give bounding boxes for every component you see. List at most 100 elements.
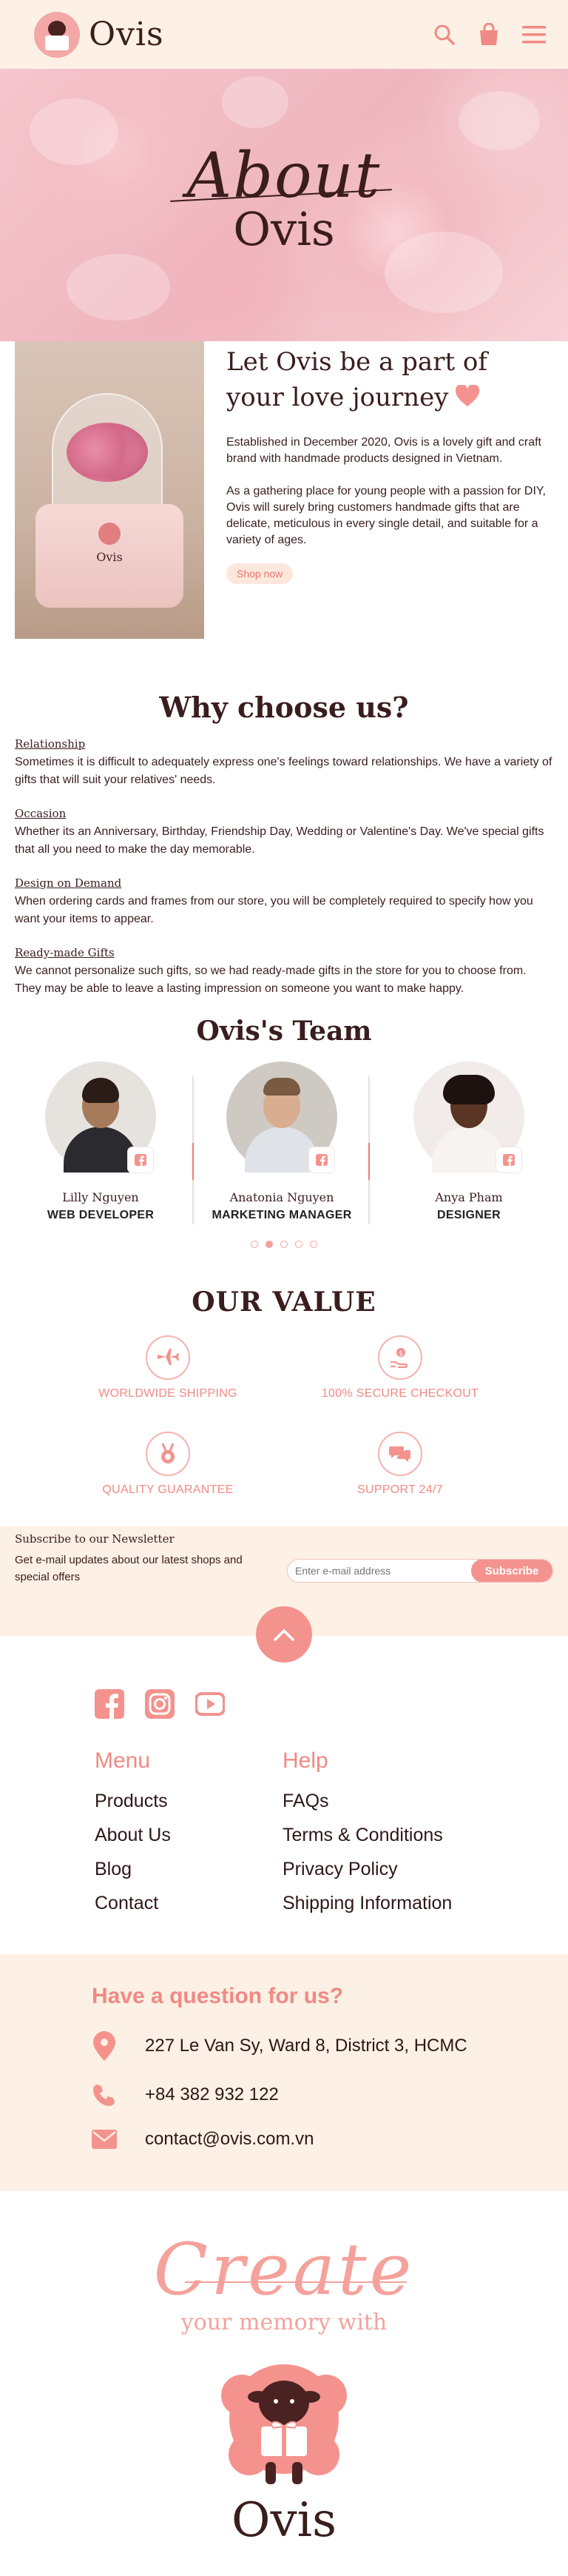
values-grid: WORLDWIDE SHIPPING $ 100% SECURE CHECKOU…: [0, 1335, 568, 1497]
svg-text:$: $: [399, 1350, 403, 1358]
shopping-bag-icon[interactable]: [478, 22, 500, 47]
product-image: Ovis: [15, 341, 204, 639]
value-item: $ 100% SECURE CHECKOUT: [284, 1335, 516, 1401]
contact-email[interactable]: contact@ovis.com.vn: [145, 2129, 314, 2150]
why-text: When ordering cards and frames from our …: [15, 895, 533, 925]
value-label: SUPPORT 24/7: [357, 1483, 443, 1496]
footer-link-contact[interactable]: Contact: [95, 1886, 283, 1920]
why-item: Relationship Sometimes it is difficult t…: [15, 737, 553, 789]
chevron-up-icon: [274, 1629, 294, 1641]
member-role: WEB DEVELOPER: [47, 1209, 155, 1221]
closing-brand: Ovis: [231, 2493, 337, 2548]
intro-section: Ovis Let Ovis be a part of your love jou…: [0, 341, 568, 652]
why-list: Relationship Sometimes it is difficult t…: [0, 737, 568, 998]
youtube-icon[interactable]: [195, 1689, 226, 1719]
footer-link-terms[interactable]: Terms & Conditions: [283, 1818, 470, 1852]
hero-about-script: About: [186, 139, 382, 212]
shop-now-button[interactable]: Shop now: [226, 563, 294, 584]
contact-title: Have a question for us?: [92, 1984, 344, 2008]
newsletter-subtitle: Get e-mail updates about our latest shop…: [15, 1554, 243, 1583]
value-label: QUALITY GUARANTEE: [102, 1483, 234, 1496]
team-member-card: Anatonia Nguyen MARKETING MANAGER: [194, 1061, 370, 1232]
team-member-card: Lilly Nguyen WEB DEVELOPER: [0, 1061, 194, 1232]
why-title: Why choose us?: [159, 691, 409, 724]
value-item: WORLDWIDE SHIPPING: [52, 1335, 284, 1401]
mail-icon: [92, 2130, 117, 2149]
carousel-dot[interactable]: [280, 1241, 288, 1248]
footer-link-shipping[interactable]: Shipping Information: [283, 1886, 470, 1920]
contact-phone-row: +84 382 932 122: [92, 2083, 568, 2107]
social-links: [95, 1689, 568, 1719]
why-heading[interactable]: Ready-made Gifts: [15, 946, 553, 959]
why-heading[interactable]: Occasion: [15, 807, 553, 820]
why-item: Design on Demand When ordering cards and…: [15, 876, 553, 928]
intro-title-line1: Let Ovis be a part of: [226, 347, 487, 377]
contact-section: Have a question for us? 227 Le Van Sy, W…: [0, 1954, 568, 2191]
contact-email-row: contact@ovis.com.vn: [92, 2129, 568, 2150]
product-image-label: Ovis: [96, 550, 123, 564]
why-text: Whether its an Anniversary, Birthday, Fr…: [15, 825, 544, 856]
footer-link-products[interactable]: Products: [95, 1784, 283, 1818]
why-heading[interactable]: Design on Demand: [15, 876, 553, 890]
footer-link-blog[interactable]: Blog: [95, 1852, 283, 1886]
airplane-icon: [146, 1335, 190, 1380]
menu-icon[interactable]: [522, 24, 546, 45]
contact-address: 227 Le Van Sy, Ward 8, District 3, HCMC: [145, 2036, 467, 2056]
carousel-dot[interactable]: [295, 1241, 302, 1248]
email-input[interactable]: [288, 1565, 471, 1577]
phone-icon: [92, 2083, 117, 2107]
carousel-dot-active[interactable]: [266, 1241, 273, 1248]
team-carousel: Lilly Nguyen WEB DEVELOPER Anatonia Nguy…: [0, 1061, 568, 1232]
help-column: Help FAQs Terms & Conditions Privacy Pol…: [283, 1748, 470, 1920]
carousel-dot[interactable]: [310, 1241, 317, 1248]
avatar: [226, 1061, 337, 1173]
intro-title-line2: your love journey: [226, 383, 449, 412]
member-name: Anya Pham: [435, 1190, 503, 1204]
team-member-card: Anya Pham DESIGNER: [370, 1061, 568, 1232]
intro-paragraph-1: Established in December 2020, Ovis is a …: [226, 436, 541, 465]
back-to-top-button[interactable]: [256, 1606, 312, 1663]
intro-title: Let Ovis be a part of your love journey: [226, 344, 553, 417]
facebook-icon[interactable]: [309, 1147, 334, 1173]
site-header: Ovis: [0, 0, 568, 69]
avatar: [45, 1061, 156, 1173]
value-label: WORLDWIDE SHIPPING: [98, 1387, 237, 1400]
value-label: 100% SECURE CHECKOUT: [321, 1387, 479, 1400]
menu-title: Menu: [95, 1748, 151, 1773]
avatar: [413, 1061, 524, 1173]
search-icon[interactable]: [433, 24, 456, 46]
brand-logo[interactable]: Ovis: [34, 11, 164, 58]
why-text: We cannot personalize such gifts, so we …: [15, 965, 527, 995]
sheep-logo-icon: [98, 523, 121, 545]
member-role: MARKETING MANAGER: [212, 1209, 352, 1221]
footer-link-about-us[interactable]: About Us: [95, 1818, 283, 1852]
newsletter-title: Subscribe to our Newsletter: [15, 1532, 175, 1546]
team-title: Ovis's Team: [196, 1016, 372, 1047]
facebook-icon[interactable]: [496, 1147, 521, 1173]
location-pin-icon: [92, 2031, 117, 2061]
hero-title: Ovis: [233, 202, 335, 256]
contact-phone[interactable]: +84 382 932 122: [145, 2084, 279, 2105]
hero-banner: About Ovis: [0, 69, 568, 341]
member-name: Anatonia Nguyen: [229, 1190, 334, 1204]
carousel-dot[interactable]: [251, 1241, 258, 1248]
sheep-logo-icon: [34, 11, 80, 58]
instagram-icon[interactable]: [145, 1689, 175, 1719]
why-text: Sometimes it is difficult to adequately …: [15, 756, 552, 786]
footer-links: Menu Products About Us Blog Contact Help…: [0, 1636, 568, 1954]
facebook-icon[interactable]: [95, 1689, 124, 1719]
value-item: QUALITY GUARANTEE: [52, 1432, 284, 1497]
contact-address-row: 227 Le Van Sy, Ward 8, District 3, HCMC: [92, 2031, 568, 2061]
intro-paragraph-2: As a gathering place for young people wi…: [226, 485, 546, 546]
closing-section: Create your memory with Ovis: [0, 2191, 568, 2576]
why-heading[interactable]: Relationship: [15, 737, 553, 751]
subscribe-button[interactable]: Subscribe: [471, 1560, 552, 1582]
footer-link-privacy[interactable]: Privacy Policy: [283, 1852, 470, 1886]
footer-link-faqs[interactable]: FAQs: [283, 1784, 470, 1818]
why-item: Ready-made Gifts We cannot personalize s…: [15, 946, 553, 998]
help-title: Help: [283, 1748, 328, 1773]
value-item: SUPPORT 24/7: [284, 1432, 516, 1497]
facebook-icon[interactable]: [128, 1147, 153, 1173]
why-item: Occasion Whether its an Anniversary, Bir…: [15, 807, 553, 859]
brand-name: Ovis: [89, 16, 164, 53]
